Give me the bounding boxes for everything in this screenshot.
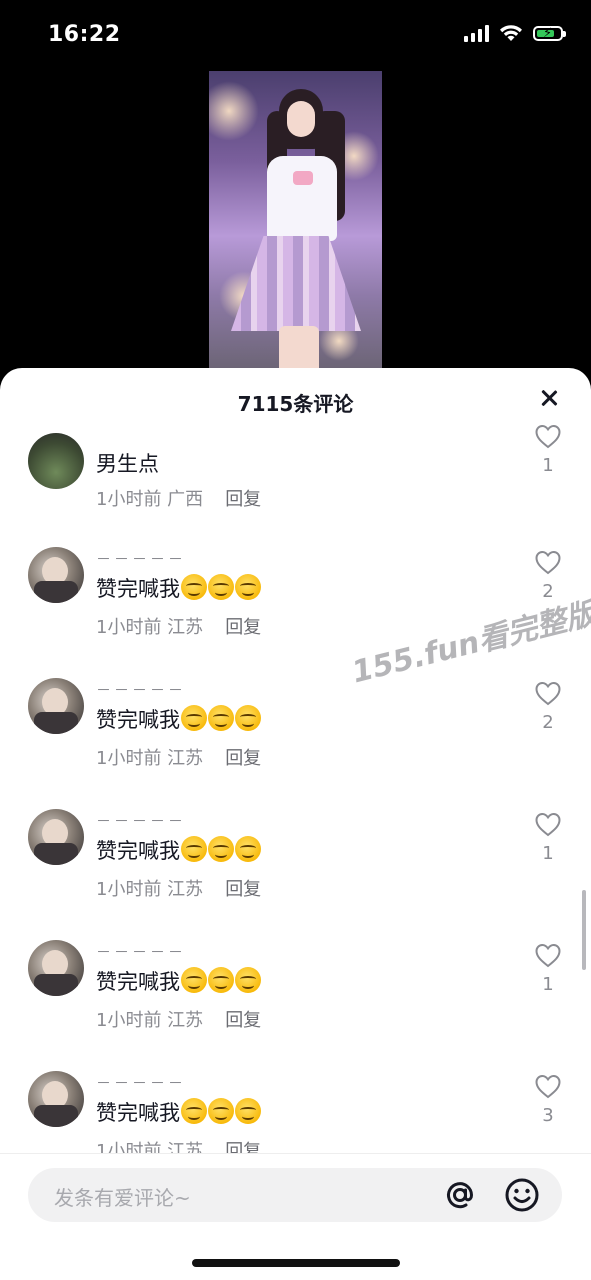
like-count: 2 (542, 712, 554, 733)
like-count: 1 (542, 455, 554, 476)
comment-time: 1小时前 江苏 (96, 748, 204, 769)
heart-icon (535, 812, 561, 837)
reply-button[interactable]: 回复 (225, 748, 261, 769)
comment-meta: 1小时前 广西 回复 (96, 485, 261, 511)
reply-button[interactable]: 回复 (225, 489, 261, 510)
comment-meta: 1小时前 江苏 回复 (96, 744, 261, 770)
battery-charging-icon: ⚡ (533, 25, 566, 41)
status-time: 16:22 (48, 22, 121, 47)
like-count: 3 (542, 1105, 554, 1126)
comment-time: 1小时前 江苏 (96, 1141, 204, 1153)
comment-text: 赞完喊我 (96, 835, 261, 865)
comment-time: 1小时前 江苏 (96, 617, 204, 638)
emoji-icon (235, 1098, 261, 1124)
signal-icon (464, 24, 489, 42)
comment-time: 1小时前 江苏 (96, 1010, 204, 1031)
list-item: －－－－－ 赞完喊我 1小时前 江苏 回复 3 (0, 1067, 591, 1153)
emoji-icon (208, 574, 234, 600)
emoji-icon[interactable] (504, 1177, 540, 1213)
comment-meta: 1小时前 江苏 回复 (96, 875, 261, 901)
comment-text: 赞完喊我 (96, 1097, 261, 1127)
emoji-icon (235, 574, 261, 600)
heart-icon (535, 424, 561, 449)
comment-text: 男生点 (96, 452, 159, 476)
list-item: 男生点 1小时前 广西 回复 1 (0, 423, 591, 510)
like-button[interactable]: 2 (533, 549, 563, 602)
comment-text: 赞完喊我 (96, 573, 261, 603)
like-count: 1 (542, 843, 554, 864)
comment-username[interactable]: －－－－－ (96, 548, 186, 569)
emoji-icon (208, 1098, 234, 1124)
like-button[interactable]: 3 (533, 1073, 563, 1126)
home-indicator[interactable] (192, 1259, 400, 1267)
list-item: －－－－－ 赞完喊我 1小时前 江苏 回复 1 (0, 936, 591, 1067)
list-item: －－－－－ 赞完喊我 1小时前 江苏 回复 1 (0, 805, 591, 936)
emoji-icon (208, 836, 234, 862)
comment-sheet: 7115条评论 男生点 1小时前 广西 回复 1 －－－－－ 赞完喊我 1小时前… (0, 368, 591, 1280)
comment-username[interactable]: －－－－－ (96, 1072, 186, 1093)
comment-time: 1小时前 江苏 (96, 879, 204, 900)
reply-button[interactable]: 回复 (225, 1010, 261, 1031)
reply-button[interactable]: 回复 (225, 1141, 261, 1153)
like-button[interactable]: 2 (533, 680, 563, 733)
emoji-icon (235, 705, 261, 731)
emoji-icon (235, 836, 261, 862)
heart-icon (535, 681, 561, 706)
emoji-icon (208, 705, 234, 731)
heart-icon (535, 550, 561, 575)
comment-username[interactable]: －－－－－ (96, 941, 186, 962)
avatar[interactable] (28, 547, 84, 603)
emoji-icon (181, 574, 207, 600)
emoji-icon (235, 967, 261, 993)
scrollbar[interactable] (582, 890, 586, 970)
comment-meta: 1小时前 江苏 回复 (96, 1006, 261, 1032)
like-button[interactable]: 1 (533, 811, 563, 864)
comment-input[interactable]: 发条有爱评论~ (28, 1168, 562, 1222)
status-bar: 16:22 ⚡ (0, 0, 591, 72)
comment-count-title: 7115条评论 (237, 392, 354, 416)
video-thumbnail[interactable] (209, 71, 382, 371)
screen: 16:22 ⚡ 7115条评论 男生点 1小时前 广西 回复 1 －－－－－ 赞… (0, 0, 591, 1280)
avatar[interactable] (28, 433, 84, 489)
emoji-icon (181, 705, 207, 731)
status-icons: ⚡ (464, 24, 566, 42)
avatar[interactable] (28, 1071, 84, 1127)
avatar[interactable] (28, 809, 84, 865)
at-icon[interactable] (442, 1177, 478, 1213)
reply-button[interactable]: 回复 (225, 617, 261, 638)
like-count: 1 (542, 974, 554, 995)
comment-username[interactable]: －－－－－ (96, 679, 186, 700)
emoji-icon (181, 967, 207, 993)
comment-text: 赞完喊我 (96, 704, 261, 734)
comment-text: 赞完喊我 (96, 966, 261, 996)
comment-input-placeholder: 发条有爱评论~ (54, 1186, 191, 1210)
list-item: －－－－－ 赞完喊我 1小时前 江苏 回复 2 (0, 674, 591, 805)
avatar[interactable] (28, 678, 84, 734)
close-icon[interactable] (537, 386, 561, 410)
comment-meta: 1小时前 江苏 回复 (96, 1137, 261, 1153)
comment-time: 1小时前 广西 (96, 489, 204, 510)
wifi-icon (500, 25, 522, 41)
like-button[interactable]: 1 (533, 423, 563, 476)
comment-list[interactable]: 男生点 1小时前 广西 回复 1 －－－－－ 赞完喊我 1小时前 江苏 回复 2… (0, 423, 591, 1153)
heart-icon (535, 943, 561, 968)
reply-button[interactable]: 回复 (225, 879, 261, 900)
emoji-icon (181, 836, 207, 862)
emoji-icon (181, 1098, 207, 1124)
comment-username[interactable]: －－－－－ (96, 810, 186, 831)
emoji-icon (208, 967, 234, 993)
avatar[interactable] (28, 940, 84, 996)
like-button[interactable]: 1 (533, 942, 563, 995)
heart-icon (535, 1074, 561, 1099)
comment-meta: 1小时前 江苏 回复 (96, 613, 261, 639)
